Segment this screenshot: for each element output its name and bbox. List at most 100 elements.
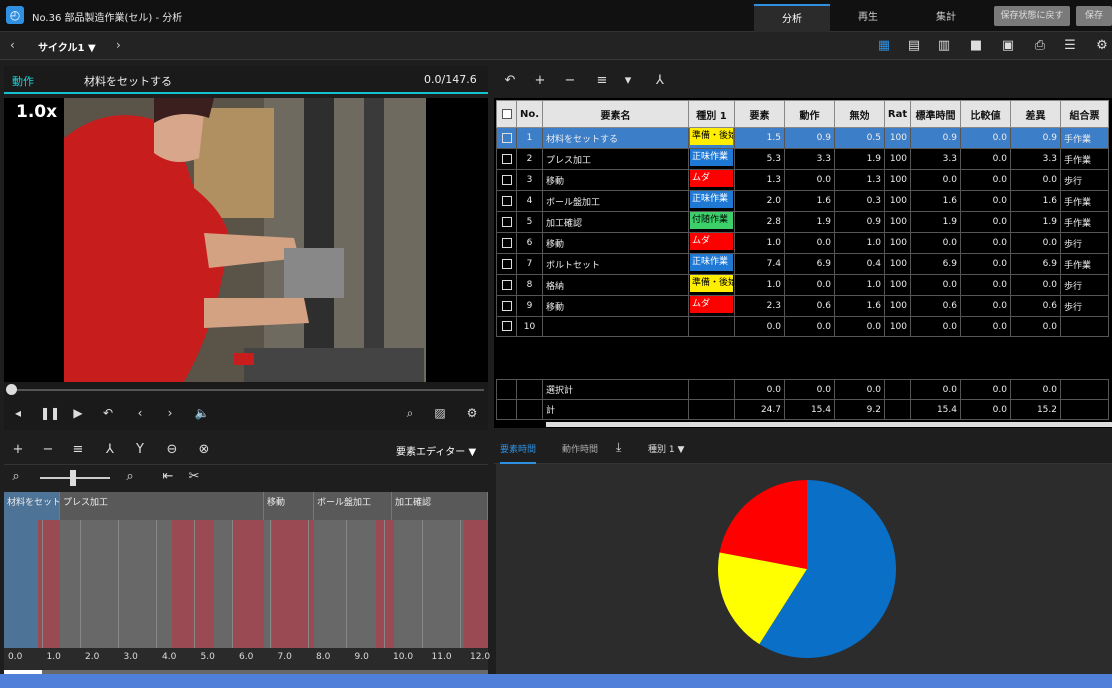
row-select-checkbox[interactable] [501, 174, 512, 185]
edit-lines-icon[interactable]: ≡ [594, 73, 610, 89]
merge-icon[interactable]: Y [132, 442, 148, 458]
tab-analysis[interactable]: 分析 [754, 4, 830, 32]
download-icon[interactable]: ⤓ [616, 440, 621, 455]
seek-bar[interactable] [4, 382, 488, 398]
table-row[interactable]: 8 格納 準備・後始 1.0 0.0 1.0 100 0.0 0.0 0.0 歩行 [496, 274, 1109, 296]
col-combination[interactable]: 組合票 [1060, 100, 1109, 128]
horizontal-scrollbar[interactable] [546, 422, 1112, 427]
remove-icon[interactable]: − [562, 73, 578, 89]
row-checkbox[interactable] [496, 127, 517, 149]
time-ruler[interactable]: 0.0 1.0 2.0 3.0 4.0 5.0 6.0 7.0 8.0 9.0 10.0 11.0 12… [4, 648, 490, 670]
col-type[interactable]: 種別 1 [688, 100, 735, 128]
table-row[interactable]: 10 0.0 0.0 0.0 100 0.0 0.0 0.0 [496, 316, 1109, 337]
row-checkbox[interactable] [496, 253, 517, 275]
table-row[interactable]: 4 ボール盤加工 正味作業 2.0 1.6 0.3 100 1.6 0.0 1.6 手作業 [496, 190, 1109, 212]
edit-lines-icon[interactable]: ≡ [70, 442, 86, 458]
print-icon[interactable]: ⎙ [1032, 38, 1048, 54]
row-select-checkbox[interactable] [501, 258, 512, 269]
row-checkbox[interactable] [496, 190, 517, 212]
image-icon[interactable]: ▨ [432, 406, 448, 420]
add-icon[interactable]: + [532, 73, 548, 89]
remove-icon[interactable]: − [40, 442, 56, 458]
row-select-checkbox[interactable] [501, 153, 512, 164]
col-diff[interactable]: 差異 [1010, 100, 1061, 128]
timeline-segment-label[interactable]: プレス加工 [60, 492, 264, 520]
pause-icon[interactable]: ❚❚ [40, 406, 60, 420]
col-no[interactable]: No. [516, 100, 543, 128]
timeline-segment-label[interactable]: 材料をセットする [4, 492, 60, 520]
row-checkbox[interactable] [496, 169, 517, 191]
zoom-out-icon[interactable]: ⌕ [8, 469, 24, 485]
layout-grid-icon[interactable]: ▦ [876, 38, 892, 54]
volume-icon[interactable]: 🔈 [194, 406, 210, 420]
save-button[interactable]: 保存 [1076, 6, 1112, 26]
col-invalid[interactable]: 無効 [834, 100, 885, 128]
split-icon[interactable]: ⅄ [102, 442, 118, 458]
timeline-segment-label[interactable]: ボール盤加工 [314, 492, 392, 520]
timeline-band-waste[interactable] [464, 520, 488, 648]
settings-gear-icon[interactable]: ⚙ [464, 406, 480, 420]
table-row[interactable]: 7 ボルトセット 正味作業 7.4 6.9 0.4 100 6.9 0.0 6.9 手作業 [496, 253, 1109, 275]
layout-columns-icon[interactable]: ▥ [936, 38, 952, 54]
chevron-left-icon[interactable]: ‹ [10, 38, 15, 52]
row-select-checkbox[interactable] [501, 216, 512, 227]
align-start-icon[interactable]: ⇤ [160, 469, 176, 485]
col-compare[interactable]: 比較値 [960, 100, 1011, 128]
col-standard-time[interactable]: 標準時間 [910, 100, 961, 128]
row-select-checkbox[interactable] [501, 132, 512, 143]
chevron-right-icon[interactable]: › [116, 38, 121, 52]
col-rating[interactable]: Rat [884, 100, 911, 128]
zoom-slider-handle[interactable] [70, 470, 76, 486]
timeline-segment-label[interactable]: 移動 [264, 492, 314, 520]
layout-single-icon[interactable]: ■ [968, 38, 984, 54]
table-row[interactable]: 5 加工確認 付随作業 2.8 1.9 0.9 100 1.9 0.0 1.9 手作業 [496, 211, 1109, 233]
row-select-checkbox[interactable] [501, 195, 512, 206]
split-icon[interactable]: ⅄ [652, 73, 668, 89]
seek-handle[interactable] [6, 384, 17, 395]
row-checkbox[interactable] [496, 232, 517, 254]
frame-back-icon[interactable]: ‹ [132, 406, 148, 420]
col-element-name[interactable]: 要素名 [542, 100, 689, 128]
row-checkbox[interactable] [496, 211, 517, 233]
gear-icon[interactable]: ⚙ [1094, 38, 1110, 54]
row-select-checkbox[interactable] [501, 279, 512, 290]
zoom-icon[interactable]: ⌕ [402, 406, 418, 421]
unlink-icon[interactable]: ✂ [186, 469, 202, 485]
row-select-checkbox[interactable] [501, 321, 512, 332]
select-all-header[interactable] [496, 100, 517, 128]
select-all-checkbox[interactable] [501, 108, 512, 119]
timeline-band-waste[interactable] [172, 520, 214, 648]
tab-playback[interactable]: 再生 [830, 4, 906, 32]
zoom-in-icon[interactable]: ⌕ [122, 469, 138, 485]
table-row[interactable]: 9 移動 ムダ 2.3 0.6 1.6 100 0.6 0.0 0.6 歩行 [496, 295, 1109, 317]
dropdown-icon[interactable]: ▾ [620, 73, 636, 89]
row-checkbox[interactable] [496, 295, 517, 317]
row-checkbox[interactable] [496, 316, 517, 337]
undo-icon[interactable]: ↶ [502, 73, 518, 89]
element-editor-selector[interactable]: 要素エディター ▼ [396, 443, 476, 458]
element-timeline[interactable]: 材料をセットする プレス加工 移動 ボール盤加工 加工確認 [4, 492, 488, 674]
tab-element-time[interactable]: 要素時間 [500, 442, 537, 464]
add-icon[interactable]: + [10, 442, 26, 458]
close-circle-icon[interactable]: ⊗ [196, 442, 212, 458]
minus-circle-icon[interactable]: ⊖ [164, 442, 180, 458]
row-checkbox[interactable] [496, 148, 517, 170]
row-checkbox[interactable] [496, 274, 517, 296]
row-select-checkbox[interactable] [501, 237, 512, 248]
step-back-icon[interactable]: ◂ [10, 406, 26, 420]
calendar-icon[interactable]: ▣ [1000, 38, 1016, 54]
cycle-selector[interactable]: サイクル1 ▼ [38, 39, 96, 54]
restore-saved-button[interactable]: 保存状態に戻す [994, 6, 1070, 26]
table-row[interactable]: 6 移動 ムダ 1.0 0.0 1.0 100 0.0 0.0 0.0 歩行 [496, 232, 1109, 254]
table-row[interactable]: 2 プレス加工 正味作業 5.3 3.3 1.9 100 3.3 0.0 3.3 手作業 [496, 148, 1109, 170]
tab-summary[interactable]: 集計 [906, 4, 986, 32]
layout-split-icon[interactable]: ▤ [906, 38, 922, 54]
timeline-band-waste[interactable] [232, 520, 264, 648]
type-selector[interactable]: 種別 1 ▼ [648, 442, 684, 455]
tab-motion-time[interactable]: 動作時間 [562, 442, 598, 455]
menu-icon[interactable]: ☰ [1062, 38, 1078, 54]
table-row[interactable]: 3 移動 ムダ 1.3 0.0 1.3 100 0.0 0.0 0.0 歩行 [496, 169, 1109, 191]
seek-track[interactable] [12, 389, 484, 391]
frame-forward-icon[interactable]: › [162, 406, 178, 420]
col-motion[interactable]: 動作 [784, 100, 835, 128]
